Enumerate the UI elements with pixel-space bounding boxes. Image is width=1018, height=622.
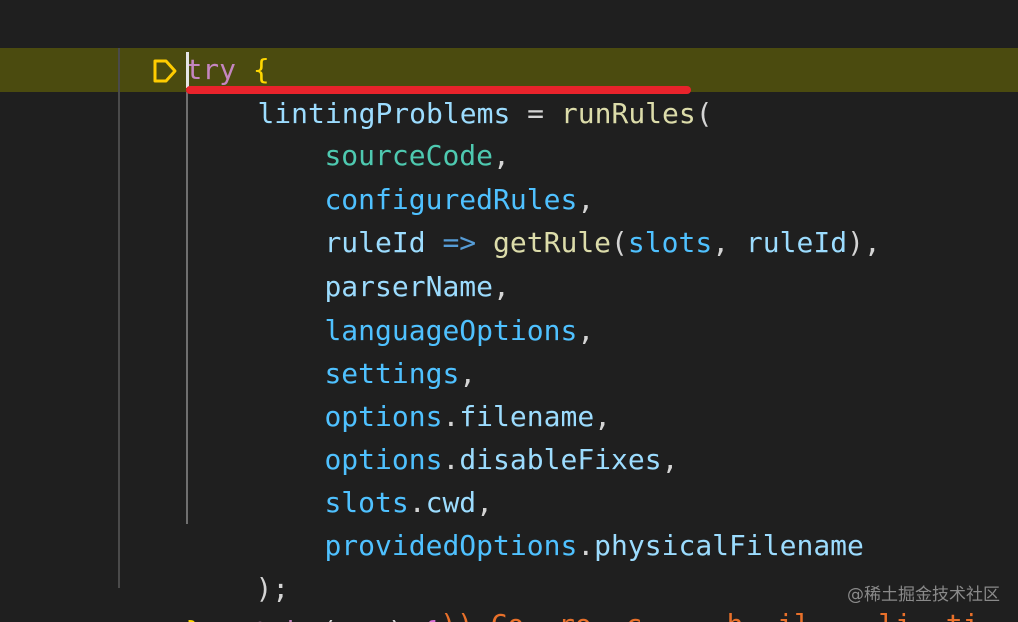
code-line-arg[interactable]: options.disableFixes, (0, 394, 1018, 476)
code-line-arg[interactable]: providedOptions.physicalFilename (0, 480, 1018, 562)
catch-param-err: err (337, 615, 388, 622)
code-line-arg[interactable]: options.filename, (0, 351, 1018, 433)
code-line-call-end[interactable]: ); (0, 523, 1018, 605)
text-cursor (186, 52, 189, 88)
code-line-arg[interactable]: configuredRules, (0, 134, 1018, 216)
code-line-arg[interactable]: settings, (0, 308, 1018, 390)
red-annotation-underline (186, 86, 691, 94)
code-line-arg[interactable]: languageOptions, (0, 265, 1018, 347)
code-line-arg[interactable]: slots.cwd, (0, 437, 1018, 519)
close-brace: } (185, 615, 202, 622)
cutoff-line: )) Co ro c h il li ti tf ti (440, 608, 1018, 622)
code-line-arg[interactable]: sourceCode, (0, 90, 1018, 172)
debug-stackframe-icon[interactable] (151, 57, 179, 85)
catch-brace: { (421, 615, 438, 622)
code-editor[interactable]: try { lintingProblems = runRules( source… (0, 0, 1018, 622)
code-line-arg[interactable]: parserName, (0, 221, 1018, 303)
code-line-arg[interactable]: ruleId => getRule(slots, ruleId), (0, 177, 1018, 259)
code-line-try[interactable]: try { (0, 4, 1018, 86)
keyword-catch: catch (219, 615, 303, 622)
watermark: @稀土掘金技术社区 (847, 585, 1000, 605)
